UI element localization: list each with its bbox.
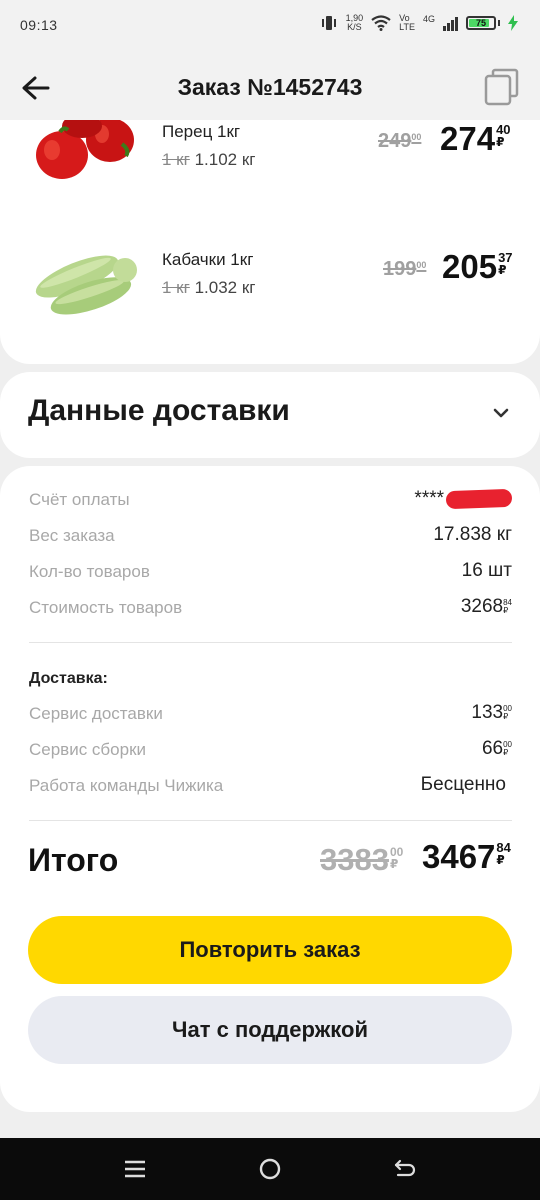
battery-icon: 75 <box>466 16 500 30</box>
redaction-mark <box>445 488 513 510</box>
copy-icon[interactable] <box>484 68 520 106</box>
price-int: 274 <box>440 120 496 157</box>
chevron-down-icon[interactable] <box>492 406 510 420</box>
product-price: 205 37 ₽ <box>442 248 513 286</box>
total-old-int: 3383 <box>320 842 389 877</box>
products-card: Перец 1кг 1 кг 1.102 кг 24900 274 40 ₽ Каб… <box>0 120 540 364</box>
row-value: **** <box>414 488 513 510</box>
net-speed-unit: K/S <box>347 22 362 32</box>
product-name: Перец 1кг <box>162 122 241 141</box>
page-title: Заказ №1452743 <box>177 74 363 100</box>
row-value: 16 шт <box>461 560 512 581</box>
total-old-price: 3383 00 ₽ <box>320 842 403 878</box>
app-header: Заказ №1452743 <box>0 54 540 120</box>
summary-row-weight: Вес заказа 17.838 кг <box>29 522 512 550</box>
price-int: 205 <box>442 248 498 285</box>
currency-sign: ₽ <box>496 853 505 867</box>
network-speed: 1,90 K/S <box>346 14 364 32</box>
old-price-dec: 00 <box>416 260 427 270</box>
volte-indicator: Vo LTE <box>399 14 415 32</box>
row-value: 133 00 ₽ <box>471 702 512 724</box>
wifi-icon <box>371 15 391 31</box>
currency-sign: ₽ <box>389 857 399 871</box>
network-type: 4G <box>422 14 435 24</box>
total-int: 3467 <box>422 838 496 875</box>
battery-level: 75 <box>475 18 486 28</box>
total-label: Итого <box>28 842 119 878</box>
currency-sign: ₽ <box>503 748 509 757</box>
summary-row-team-work: Работа команды Чижика Бесценно <box>29 772 512 800</box>
row-label: Кол-во товаров <box>29 562 150 581</box>
row-label: Работа команды Чижика <box>29 776 224 795</box>
divider <box>29 642 512 643</box>
delivery-title: Данные доставки <box>28 394 290 427</box>
product-qty-planned: 1 кг <box>162 278 190 297</box>
order-summary-card: Счёт оплаты **** Вес заказа 17.838 кг Ко… <box>0 466 540 1112</box>
row-value: 66 00 ₽ <box>482 738 512 760</box>
divider <box>29 820 512 821</box>
status-icons: 1,90 K/S Vo LTE 4G 75 <box>320 14 518 32</box>
support-chat-button[interactable]: Чат с поддержкой <box>28 996 512 1064</box>
vibrate-icon <box>321 16 336 30</box>
pepper-image <box>36 120 134 179</box>
summary-row-assembly-service: Сервис сборки 66 00 ₽ <box>29 736 512 764</box>
currency-sign: ₽ <box>503 712 509 721</box>
currency-sign: ₽ <box>496 135 505 149</box>
product-item[interactable]: Кабачки 1кг 1 кг 1.032 кг 19900 205 37 ₽ <box>0 238 540 348</box>
product-old-price: 19900 <box>383 258 426 281</box>
old-price-int: 249 <box>378 130 412 152</box>
row-label: Стоимость товаров <box>29 598 183 617</box>
product-price: 274 40 ₽ <box>440 120 511 158</box>
currency-sign: ₽ <box>503 606 509 615</box>
status-bar: 09:13 1,90 K/S Vo LTE 4G 75 <box>0 0 540 54</box>
product-qty-planned: 1 кг <box>162 150 190 169</box>
row-label: Сервис доставки <box>29 704 163 723</box>
signal-icon <box>443 15 458 31</box>
delivery-section-label: Доставка: <box>29 670 108 687</box>
summary-row-account: Счёт оплаты **** <box>29 486 513 514</box>
summary-row-count: Кол-во товаров 16 шт <box>29 558 512 586</box>
summary-row-goods-cost: Стоимость товаров 3268 84 ₽ <box>29 594 512 622</box>
total-price: 3467 84 ₽ <box>422 838 511 876</box>
product-qty-actual: 1.102 кг <box>194 150 256 169</box>
value-int: 133 <box>471 702 504 723</box>
product-item[interactable]: Перец 1кг 1 кг 1.102 кг 24900 274 40 ₽ <box>0 120 540 220</box>
masked-account: **** <box>414 488 444 509</box>
volte-bottom: LTE <box>399 22 415 32</box>
row-value: 17.838 кг <box>433 524 512 545</box>
product-qty: 1 кг 1.102 кг <box>162 150 255 170</box>
repeat-order-button[interactable]: Повторить заказ <box>28 916 512 984</box>
zucchini-image <box>35 255 137 315</box>
product-name: Кабачки 1кг <box>162 250 254 269</box>
system-nav-bar <box>0 1138 540 1200</box>
delivery-details-toggle[interactable]: Данные доставки <box>0 372 540 458</box>
old-price-dec: 00 <box>411 132 422 142</box>
back-icon[interactable] <box>392 1156 418 1182</box>
row-value: 3268 84 ₽ <box>461 596 512 618</box>
product-qty-actual: 1.032 кг <box>194 278 256 297</box>
value-int: 66 <box>481 738 504 759</box>
old-price-int: 199 <box>383 258 417 280</box>
summary-row-delivery-service: Сервис доставки 133 00 ₽ <box>29 700 512 728</box>
row-label: Вес заказа <box>29 526 115 545</box>
home-icon[interactable] <box>257 1156 283 1182</box>
status-time: 09:13 <box>20 17 58 33</box>
charging-icon <box>508 15 518 31</box>
row-value: Бесценно <box>420 774 506 795</box>
currency-sign: ₽ <box>498 263 507 277</box>
row-label: Сервис сборки <box>29 740 147 759</box>
row-label: Счёт оплаты <box>29 490 130 509</box>
value-int: 3268 <box>460 596 504 617</box>
product-qty: 1 кг 1.032 кг <box>162 278 255 298</box>
product-old-price: 24900 <box>378 130 421 153</box>
menu-icon[interactable] <box>122 1156 148 1182</box>
